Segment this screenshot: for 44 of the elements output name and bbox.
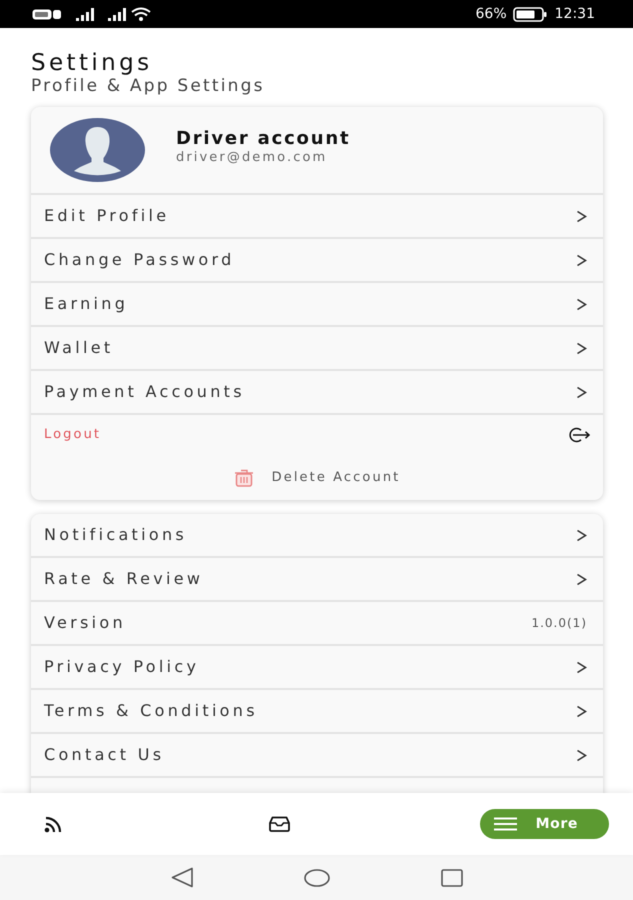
menu-icon	[494, 817, 517, 831]
recents-icon[interactable]	[440, 868, 462, 886]
menu-item[interactable]: Privacy Policy	[31, 646, 603, 690]
clock-time: 12:31	[554, 4, 595, 24]
network-status-icon	[32, 8, 62, 20]
chevron-right-icon	[576, 704, 587, 718]
avatar-icon	[50, 118, 145, 182]
home-icon[interactable]	[304, 868, 330, 886]
chevron-right-icon	[576, 572, 587, 586]
chevron-right-icon	[576, 528, 587, 542]
chevron-right-icon	[576, 342, 587, 354]
signal-icon	[76, 7, 94, 21]
trash-icon	[234, 468, 254, 486]
menu-item[interactable]: Payment Accounts	[31, 369, 603, 413]
delete-account-button[interactable]: Delete Account	[234, 468, 400, 488]
menu-item[interactable]: Change Password	[31, 237, 603, 281]
logout-button[interactable]: Logout	[31, 413, 603, 455]
menu-item[interactable]: Notifications	[31, 514, 603, 558]
menu-item[interactable]: Wallet	[31, 325, 603, 369]
battery-icon	[512, 6, 547, 22]
menu-item[interactable]: Contact Us	[31, 734, 603, 778]
version-value: 1.0.0(1)	[531, 615, 587, 632]
version-label: Version	[44, 612, 126, 634]
signal-icon	[108, 7, 126, 21]
battery-percent: 66%	[476, 4, 507, 24]
chevron-right-icon	[576, 386, 587, 398]
menu-item[interactable]: Rate & Review	[31, 558, 603, 602]
back-icon[interactable]	[170, 867, 192, 888]
chevron-right-icon	[576, 298, 587, 310]
logout-icon	[567, 427, 590, 443]
chevron-right-icon	[576, 254, 587, 266]
chevron-right-icon	[576, 748, 587, 762]
profile-name: Driver account	[176, 128, 350, 150]
menu-item[interactable]: Edit Profile	[31, 193, 603, 237]
menu-item[interactable]: Earning	[31, 281, 603, 325]
page-title: Settings	[31, 50, 154, 76]
profile-email: driver@demo.com	[176, 150, 328, 166]
menu-item[interactable]: Terms & Conditions	[31, 690, 603, 734]
wifi-icon	[131, 7, 151, 21]
rss-icon	[43, 816, 63, 832]
chevron-right-icon	[576, 660, 587, 674]
inbox-icon	[269, 816, 290, 832]
page-subtitle: Profile & App Settings	[31, 76, 266, 96]
chevron-right-icon	[576, 210, 587, 222]
